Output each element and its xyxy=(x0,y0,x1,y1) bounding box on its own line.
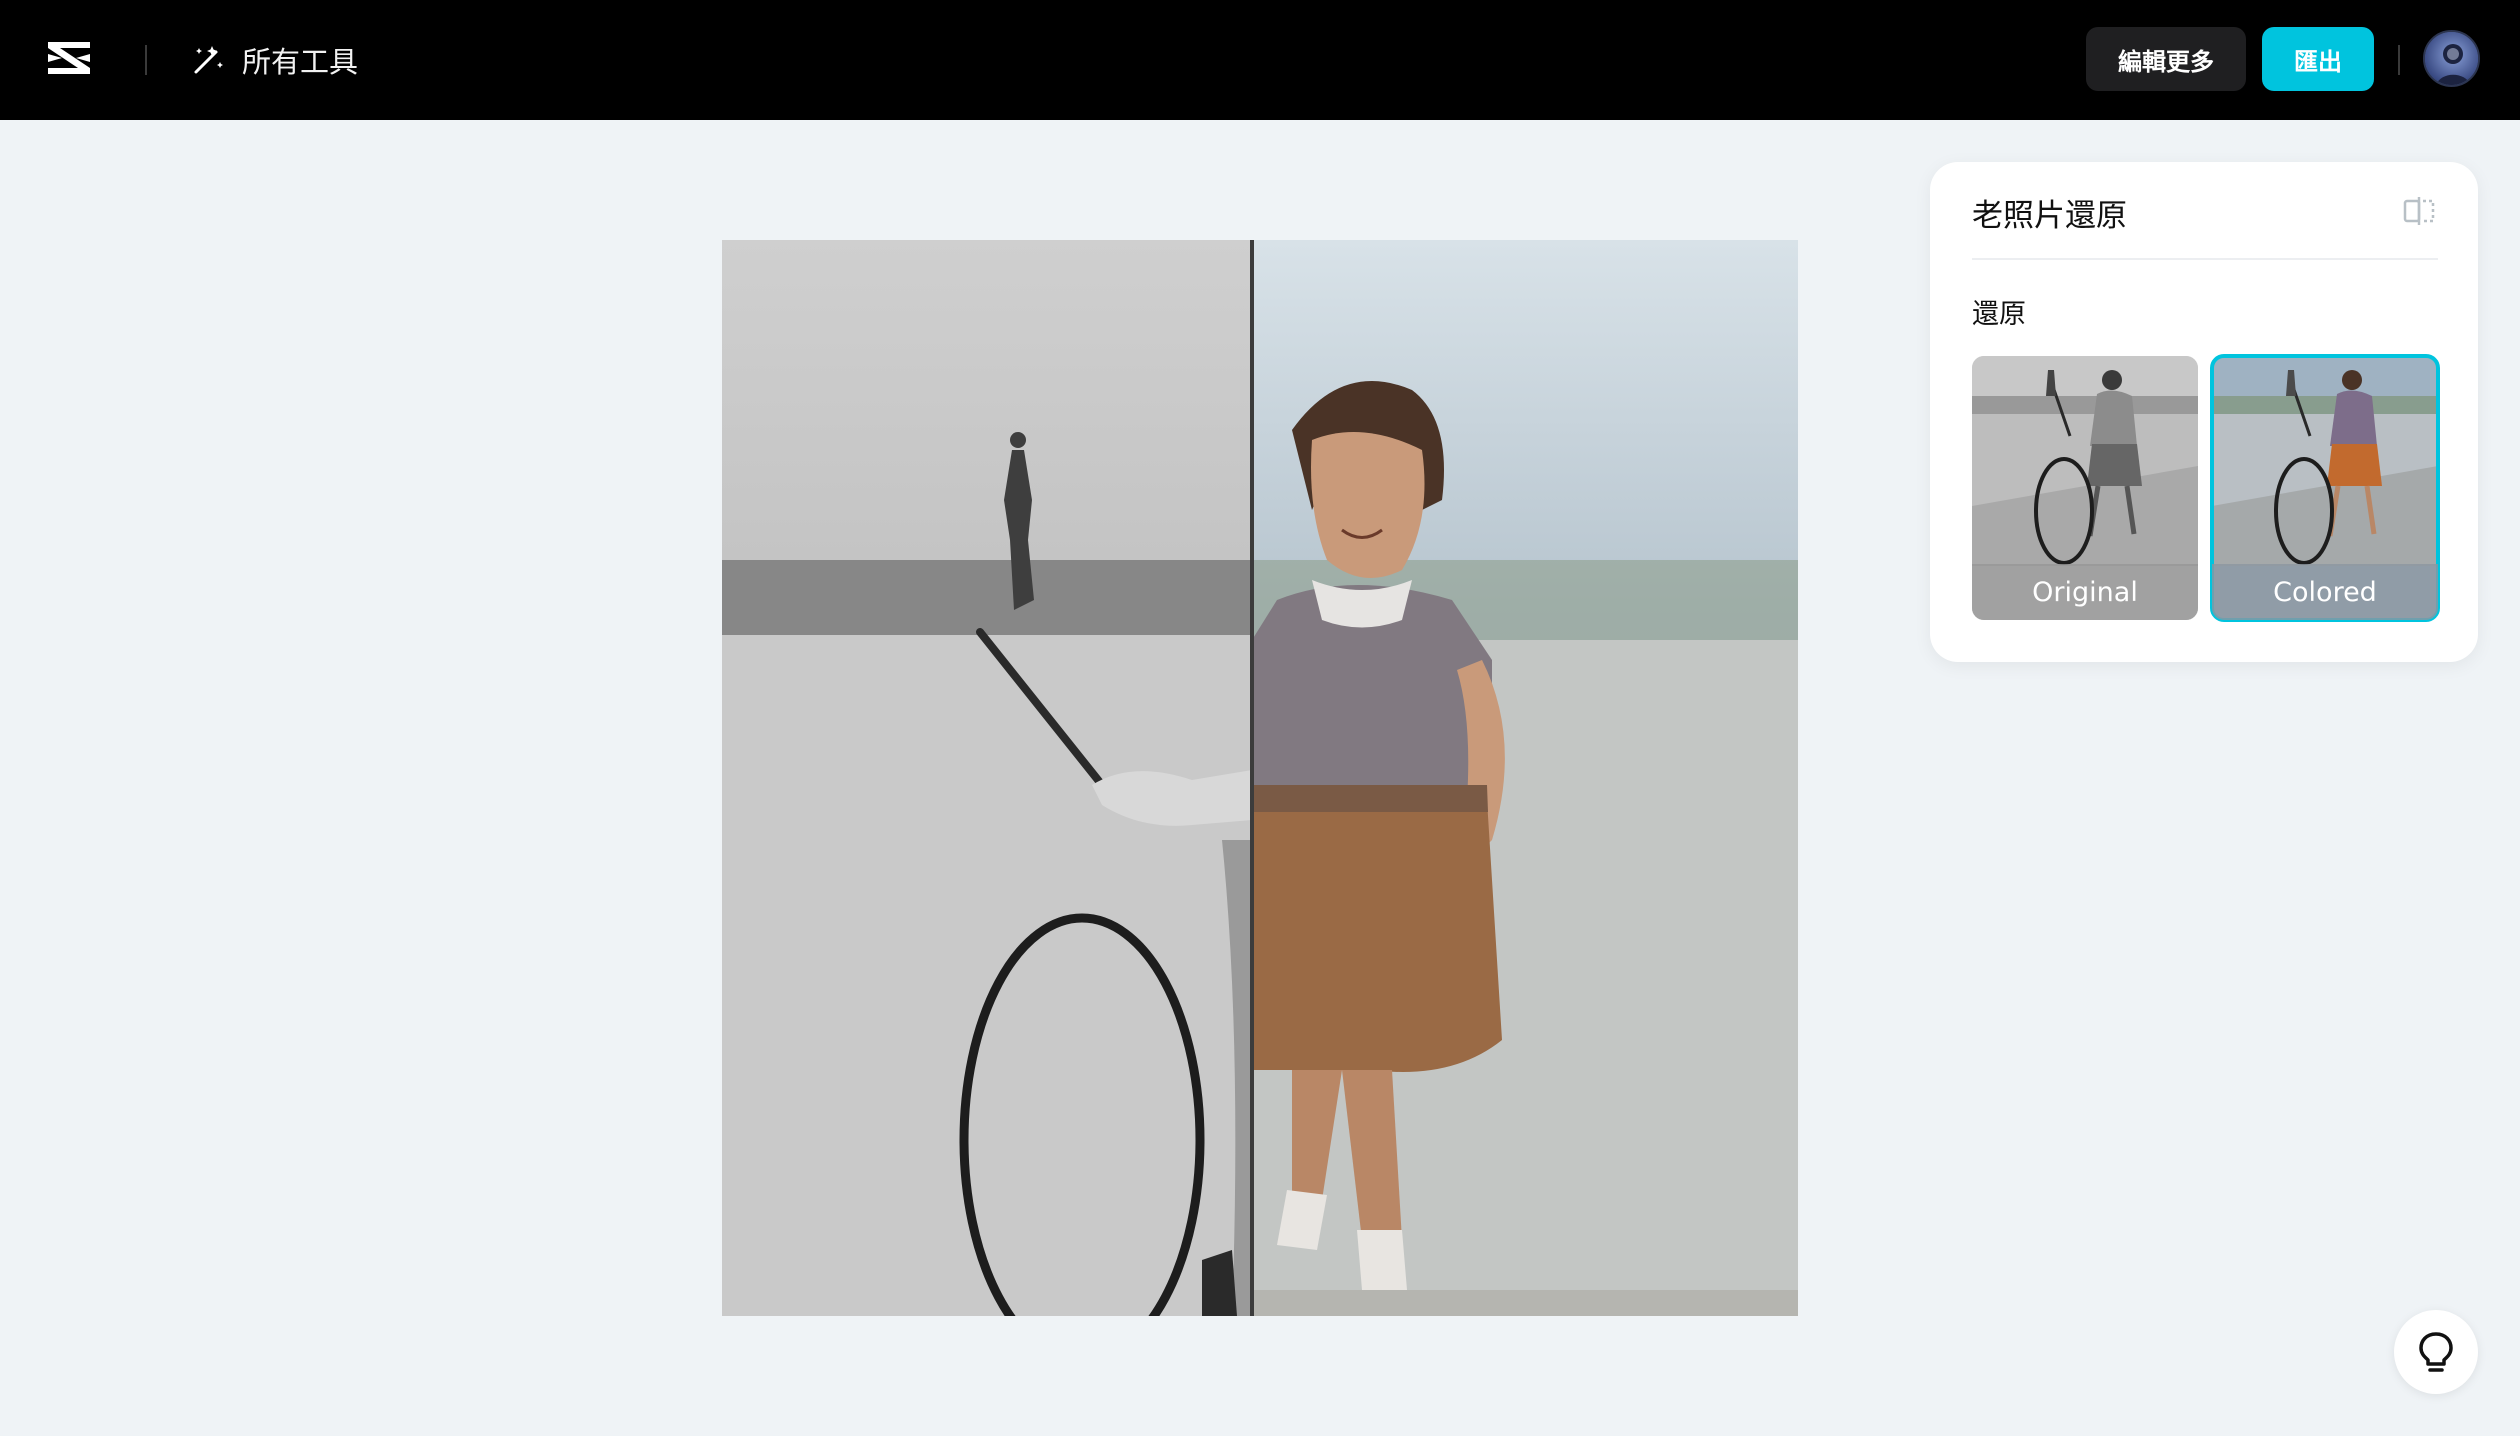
original-option[interactable]: Original xyxy=(1972,356,2198,620)
lightbulb-icon xyxy=(2419,1332,2453,1372)
edit-more-button[interactable]: 編輯更多 xyxy=(2086,27,2246,91)
original-option-label: Original xyxy=(1972,564,2198,620)
help-tips-button[interactable] xyxy=(2394,1310,2478,1394)
user-avatar[interactable] xyxy=(2423,30,2480,87)
magic-wand-icon xyxy=(194,46,223,74)
colored-photo-half xyxy=(1252,240,1798,1316)
top-bar: 所有工具 編輯更多 匯出 xyxy=(0,0,2520,120)
compare-slider-divider[interactable] xyxy=(1250,240,1254,1316)
colored-option-label: Colored xyxy=(2212,564,2438,620)
photo-canvas xyxy=(722,240,1798,1316)
all-tools-link[interactable]: 所有工具 xyxy=(190,36,358,84)
all-tools-label: 所有工具 xyxy=(242,45,359,79)
header-divider xyxy=(2398,45,2400,75)
user-avatar-image xyxy=(2425,32,2478,85)
panel-title: 老照片還原 xyxy=(1972,198,2127,234)
compare-split-icon[interactable] xyxy=(2402,194,2436,228)
colored-option[interactable]: Colored xyxy=(2210,354,2440,622)
original-photo-half xyxy=(722,240,1252,1316)
header-divider xyxy=(145,45,147,75)
section-label: 還原 xyxy=(1972,299,2026,330)
capcut-logo-icon[interactable] xyxy=(42,34,96,82)
restore-panel: 老照片還原 還原 Original Colored xyxy=(1930,162,2478,662)
panel-divider xyxy=(1972,258,2438,260)
export-button[interactable]: 匯出 xyxy=(2262,27,2374,91)
